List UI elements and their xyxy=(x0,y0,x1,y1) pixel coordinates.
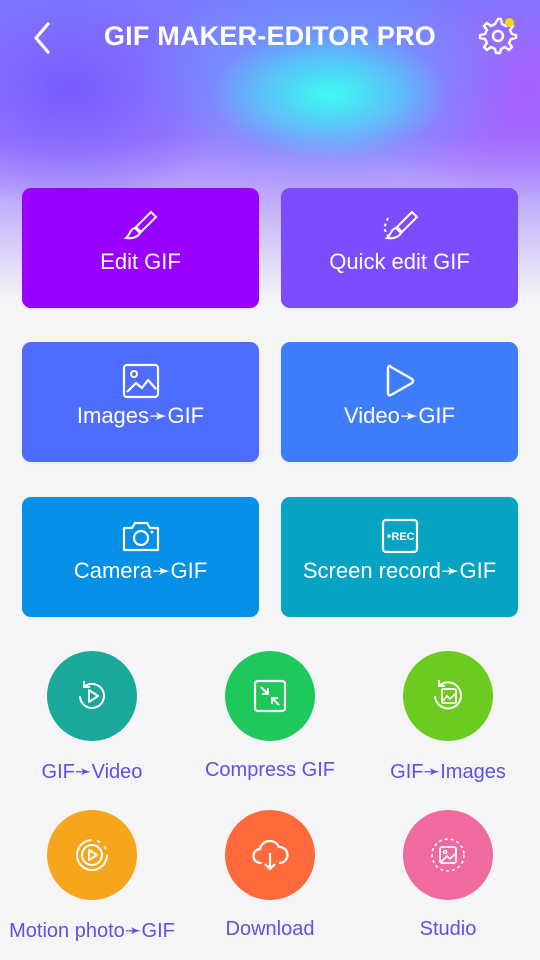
settings-button[interactable] xyxy=(478,16,518,56)
video-to-gif-button[interactable]: Video➛GIF xyxy=(281,342,518,462)
images-to-gif-button[interactable]: Images➛GIF xyxy=(22,342,259,462)
brush-icon xyxy=(123,210,157,240)
quick-edit-gif-button[interactable]: Quick edit GIF xyxy=(281,188,518,308)
edit-gif-button[interactable]: Edit GIF xyxy=(22,188,259,308)
images-to-gif-label: Images➛GIF xyxy=(76,403,205,428)
replay-image-icon xyxy=(434,680,462,710)
video-to-gif-label: Video➛GIF xyxy=(344,403,455,428)
replay-video-icon xyxy=(79,681,105,709)
image-icon xyxy=(122,363,159,399)
studio-icon xyxy=(431,838,465,872)
camera-to-gif-button[interactable]: Camera➛GIF xyxy=(22,497,259,617)
compress-gif-label: Compress GIF xyxy=(204,759,336,781)
gif-to-images-label: GIF➛Images xyxy=(390,761,506,783)
motion-play-icon xyxy=(76,839,108,871)
notification-badge xyxy=(505,18,514,27)
studio-button[interactable]: Studio xyxy=(359,810,537,941)
rec-icon: REC xyxy=(381,518,418,554)
gif-to-video-label: GIF➛Video xyxy=(41,761,143,783)
studio-label: Studio xyxy=(419,918,477,940)
play-icon xyxy=(386,364,414,397)
motion-photo-to-gif-button[interactable]: Motion photo➛GIF xyxy=(3,810,181,943)
svg-text:REC: REC xyxy=(391,531,414,543)
compress-gif-button[interactable]: Compress GIF xyxy=(181,651,359,782)
motion-photo-to-gif-label: Motion photo➛GIF xyxy=(9,920,175,942)
cloud-download-icon xyxy=(252,839,289,871)
download-button[interactable]: Download xyxy=(181,810,359,941)
gif-to-images-button[interactable]: GIF➛Images xyxy=(359,651,537,784)
camera-to-gif-label: Camera➛GIF xyxy=(73,558,208,583)
screen-record-to-gif-label: Screen record➛GIF xyxy=(302,558,497,583)
quick-brush-icon xyxy=(382,210,418,241)
app-title: GIF MAKER-EDITOR PRO xyxy=(103,21,436,51)
download-label: Download xyxy=(225,918,315,940)
camera-icon xyxy=(122,521,159,552)
edit-gif-label: Edit GIF xyxy=(100,249,181,274)
gif-to-video-button[interactable]: GIF➛Video xyxy=(3,651,181,784)
quick-edit-gif-label: Quick edit GIF xyxy=(329,249,470,274)
top-bar: GIF MAKER-EDITOR PRO xyxy=(0,0,540,74)
compress-icon xyxy=(253,679,287,713)
screen-record-to-gif-button[interactable]: REC Screen record➛GIF xyxy=(281,497,518,617)
